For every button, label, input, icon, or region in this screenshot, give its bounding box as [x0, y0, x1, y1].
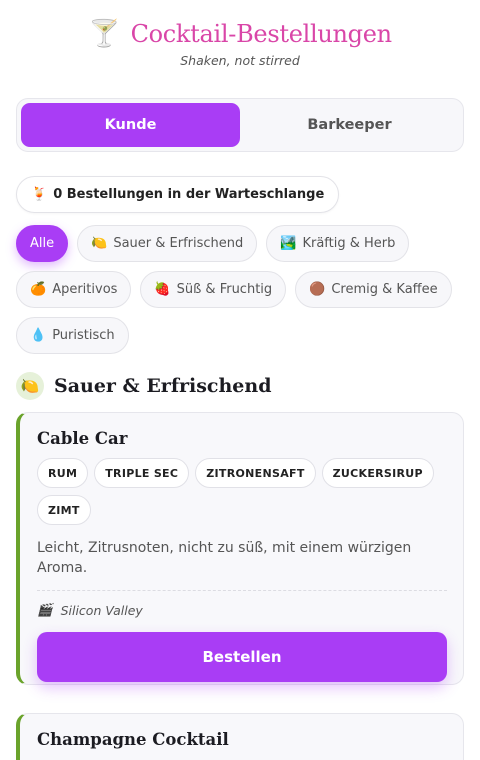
tropical-drink-icon: 🍹 [31, 187, 48, 202]
ingredient-tag: RUM [37, 458, 89, 488]
ingredient-list: RUM TRIPLE SEC ZITRONENSAFT ZUCKERSIRUP … [37, 458, 447, 525]
page-subtitle: Shaken, not stirred [180, 53, 300, 68]
page-title: Cocktail-Bestellungen [130, 20, 393, 48]
filter-chip-kraeftig-herb[interactable]: 🏞️ Kräftig & Herb [266, 225, 410, 262]
divider [37, 590, 447, 592]
filter-chip-label: Sauer & Erfrischend [113, 236, 244, 251]
filter-chip-aperitivos[interactable]: 🍊 Aperitivos [16, 271, 132, 308]
ingredient-tag: TRIPLE SEC [94, 458, 190, 488]
clapperboard-icon: 🎬 [37, 602, 53, 618]
coffee-bean-icon: 🟤 [309, 282, 326, 297]
filter-chip-label: Puristisch [52, 328, 115, 343]
cocktail-card: Champagne Cocktail [16, 713, 464, 760]
filter-chip-alle[interactable]: Alle [16, 225, 69, 262]
ingredient-tag: ZIMT [37, 495, 91, 525]
ingredient-tag: ZITRONENSAFT [195, 458, 316, 488]
category-filter-bar: Alle 🍋 Sauer & Erfrischend 🏞️ Kräftig & … [16, 225, 464, 354]
mode-toggle: Kunde Barkeeper [16, 98, 464, 152]
section-heading: 🍋 Sauer & Erfrischend [16, 372, 272, 400]
cocktail-card: Cable Car RUM TRIPLE SEC ZITRONENSAFT ZU… [16, 412, 464, 685]
queue-status-badge: 🍹 0 Bestellungen in der Warteschlange [16, 176, 340, 213]
lemon-icon: 🍋 [16, 372, 44, 400]
filter-chip-puristisch[interactable]: 💧 Puristisch [16, 317, 129, 354]
filter-chip-suess-fruchtig[interactable]: 🍓 Süß & Fruchtig [140, 271, 287, 308]
queue-status-label: 0 Bestellungen in der Warteschlange [53, 187, 325, 202]
section-title: Sauer & Erfrischend [54, 375, 272, 397]
strawberry-icon: 🍓 [154, 282, 171, 297]
filter-chip-label: Süß & Fruchtig [176, 282, 273, 297]
filter-chip-label: Kräftig & Herb [302, 236, 396, 251]
cocktail-source-label: Silicon Valley [60, 602, 143, 618]
mode-barkeeper-button[interactable]: Barkeeper [240, 103, 459, 147]
orange-icon: 🍊 [30, 282, 47, 297]
filter-chip-sauer-erfrischend[interactable]: 🍋 Sauer & Erfrischend [77, 225, 258, 262]
cocktail-description: Leicht, Zitrusnoten, nicht zu süß, mit e… [37, 540, 412, 576]
cocktail-name: Champagne Cocktail [37, 730, 229, 749]
mode-kunde-button[interactable]: Kunde [21, 103, 240, 147]
filter-chip-label: Aperitivos [52, 282, 118, 297]
cocktail-name: Cable Car [37, 429, 128, 448]
ingredient-tag: ZUCKERSIRUP [321, 458, 434, 488]
cocktail-glass-icon: 🍸 [88, 19, 121, 49]
droplet-icon: 💧 [30, 328, 47, 343]
app-header: 🍸 Cocktail-Bestellungen Shaken, not stir… [0, 0, 480, 68]
title-row: 🍸 Cocktail-Bestellungen [0, 20, 480, 48]
lemon-icon: 🍋 [91, 236, 108, 251]
order-button[interactable]: Bestellen [37, 632, 447, 683]
filter-chip-label: Alle [30, 236, 55, 251]
landscape-icon: 🏞️ [280, 236, 297, 251]
filter-chip-label: Cremig & Kaffee [331, 282, 438, 297]
cocktail-source: 🎬 Silicon Valley [37, 602, 447, 618]
filter-chip-cremig-kaffee[interactable]: 🟤 Cremig & Kaffee [295, 271, 452, 308]
